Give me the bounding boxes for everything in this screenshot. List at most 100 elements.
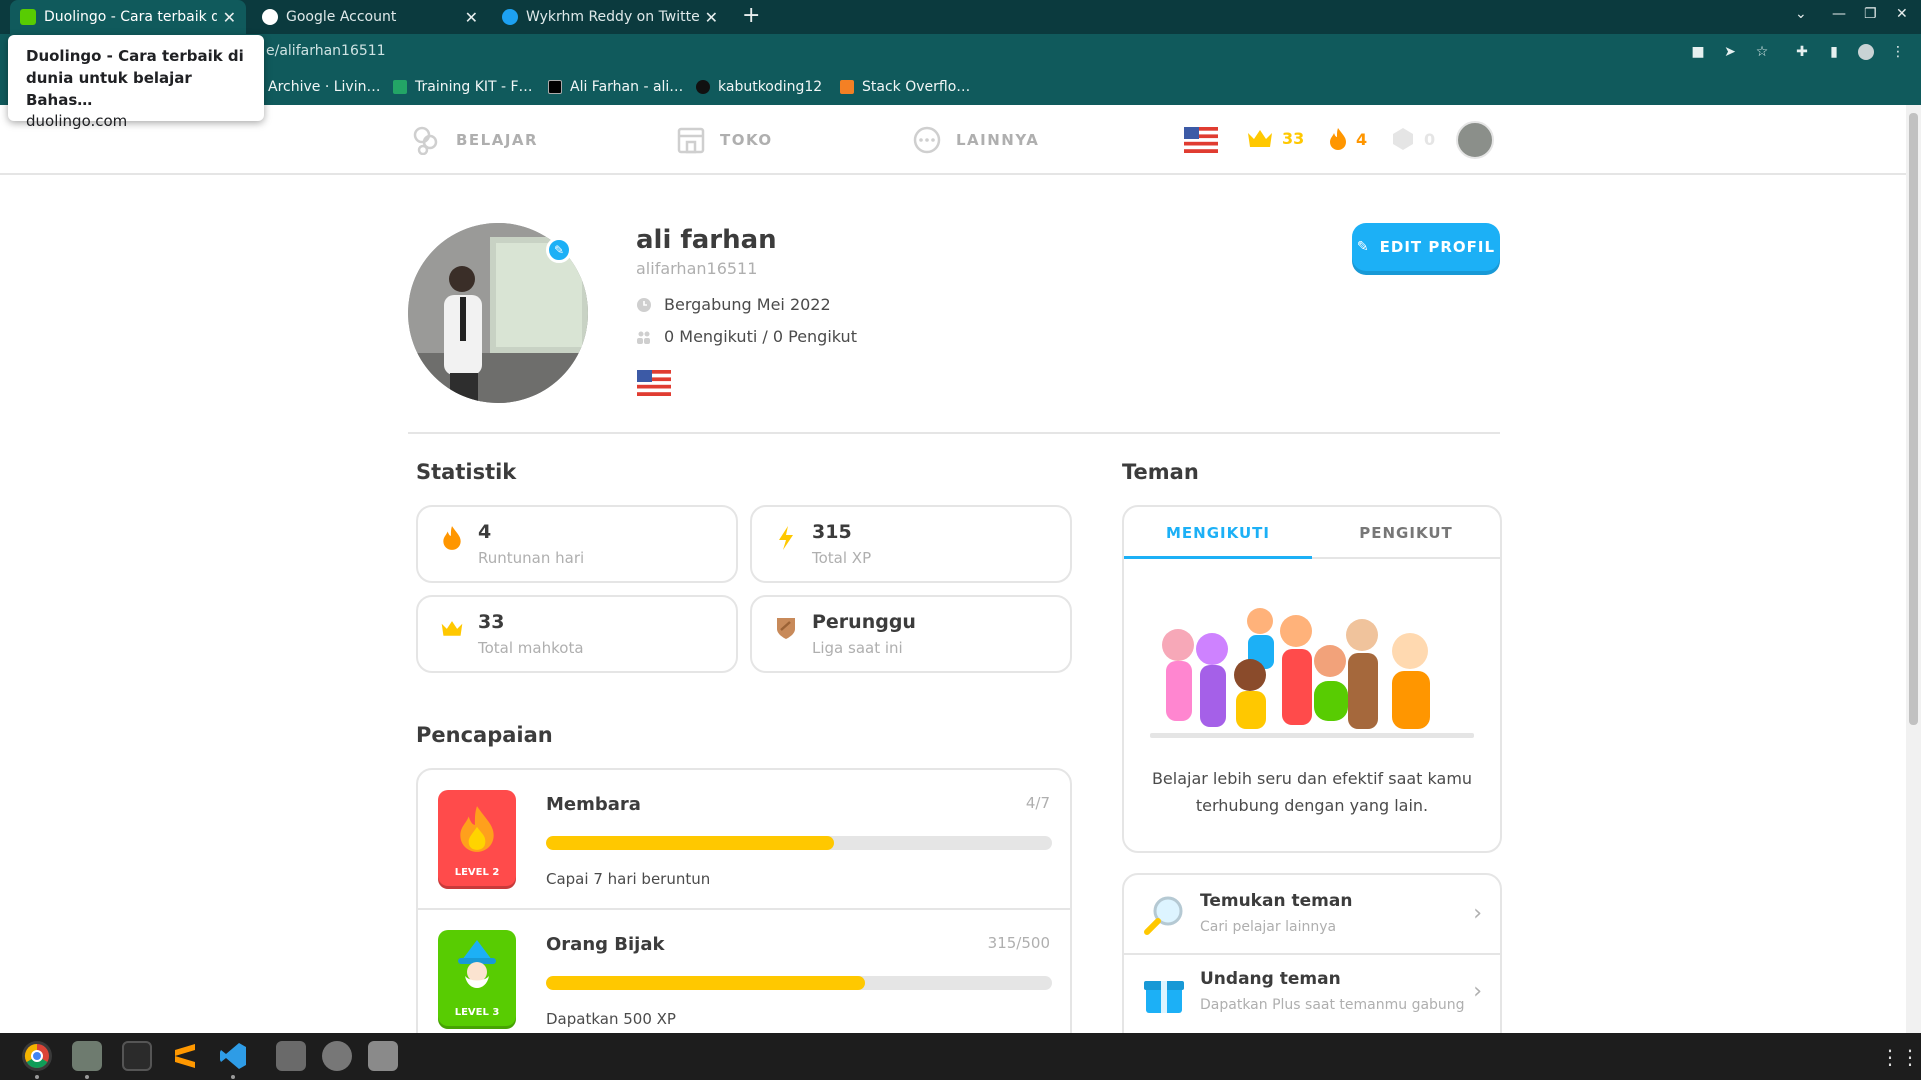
- crowns-value: 33: [478, 611, 505, 633]
- edit-photo-button[interactable]: ✎: [546, 237, 572, 263]
- achievement-desc: Capai 7 hari beruntun: [546, 870, 711, 888]
- running-indicator: [35, 1075, 39, 1079]
- bookmark-label: Archive · Livin…: [268, 79, 381, 95]
- address-bar: e/alifarhan16511 ■ ➤ ☆ ✚ ▮ ⋮: [0, 34, 1921, 71]
- tooltip-site: duolingo.com: [26, 112, 128, 130]
- profile-avatar-icon[interactable]: [1858, 44, 1874, 60]
- os-taskbar: ⋮⋮: [0, 1033, 1921, 1080]
- twitter-favicon-icon: [502, 9, 518, 25]
- tab-duolingo[interactable]: Duolingo - Cara terbaik di dunia ✕: [10, 0, 246, 34]
- wildfire-icon: [460, 806, 494, 852]
- clock-icon: [637, 297, 651, 312]
- disk-app-icon[interactable]: [322, 1041, 352, 1071]
- tab-title: Google Account: [286, 9, 397, 25]
- camera-icon[interactable]: ■: [1690, 44, 1706, 60]
- stat-crowns-card: 33 Total mahkota: [416, 595, 738, 673]
- files-app-icon[interactable]: [72, 1041, 102, 1071]
- terminal-app-icon[interactable]: [122, 1041, 152, 1071]
- duolingo-profile-page: BELAJAR TOKO LAINNYA 33 4 0 ✎ ali farhan…: [0, 105, 1906, 1033]
- invite-friends-sub: Dapatkan Plus saat temanmu gabung: [1200, 997, 1465, 1013]
- tab-hover-tooltip: Duolingo - Cara terbaik di dunia untuk b…: [8, 35, 264, 130]
- bookmark-label: kabutkoding12: [718, 79, 823, 95]
- gem-icon: [1393, 128, 1413, 150]
- tab-twitter[interactable]: Wykrhm Reddy on Twitter ✕: [492, 0, 728, 34]
- streak-label: Runtunan hari: [478, 549, 585, 567]
- trash-app-icon[interactable]: [368, 1041, 398, 1071]
- close-tab-icon[interactable]: ✕: [705, 8, 718, 27]
- tab-search-icon[interactable]: ⌄: [1795, 6, 1807, 22]
- flame-icon: [443, 526, 461, 550]
- vscode-app-icon[interactable]: [218, 1041, 248, 1071]
- achievement-row[interactable]: LEVEL 3 Orang Bijak 315/500 Dapatkan 500…: [418, 908, 1070, 1033]
- nav-gems[interactable]: 0: [1392, 127, 1435, 151]
- vscode-logo-icon: [220, 1043, 246, 1069]
- joined-row: Bergabung Mei 2022: [636, 295, 831, 314]
- new-tab-button[interactable]: +: [742, 3, 760, 28]
- achievement-badge-wildfire: LEVEL 2: [438, 790, 516, 886]
- achievement-row[interactable]: LEVEL 2 Membara 4/7 Capai 7 hari beruntu…: [418, 770, 1070, 908]
- flame-icon: [1330, 128, 1346, 150]
- menu-kebab-icon[interactable]: ⋮: [1890, 44, 1906, 60]
- close-window-icon[interactable]: ✕: [1896, 6, 1908, 22]
- tab-google-account[interactable]: Google Account ✕: [252, 0, 488, 34]
- learn-icon: [413, 126, 438, 155]
- scrollbar-thumb[interactable]: [1909, 113, 1918, 725]
- bookmark-kabutkoding[interactable]: kabutkoding12: [696, 79, 822, 95]
- nav-streak[interactable]: 4: [1328, 127, 1367, 151]
- url-field[interactable]: e/alifarhan16511: [266, 43, 386, 59]
- achievement-progress: 4/7: [1025, 794, 1050, 812]
- close-tab-icon[interactable]: ✕: [223, 8, 236, 27]
- wizard-icon: [458, 940, 496, 988]
- find-friends-title: Temukan teman: [1200, 891, 1353, 911]
- nav-learn-label: BELAJAR: [456, 131, 539, 149]
- sublime-app-icon[interactable]: [170, 1041, 200, 1071]
- ssd-app-icon[interactable]: [276, 1041, 306, 1071]
- invite-friends-card[interactable]: Undang teman Dapatkan Plus saat temanmu …: [1122, 953, 1502, 1033]
- us-flag-icon[interactable]: [1184, 127, 1218, 153]
- bookmark-ali-farhan[interactable]: Ali Farhan - ali…: [548, 79, 683, 95]
- profile-divider: [408, 432, 1500, 434]
- bookmark-training-kit[interactable]: Training KIT - F…: [393, 79, 533, 95]
- nav-more[interactable]: LAINNYA: [912, 123, 1039, 157]
- find-friends-card[interactable]: Temukan teman Cari pelajar lainnya ›: [1122, 873, 1502, 955]
- bookmark-star-icon[interactable]: ☆: [1754, 44, 1770, 60]
- crown-icon: [441, 621, 463, 636]
- achievement-progress-bar: [546, 836, 1052, 850]
- bookmark-stackoverflow[interactable]: Stack Overflo…: [840, 79, 970, 95]
- tab-following[interactable]: MENGIKUTI: [1124, 507, 1312, 559]
- bookmark-archive[interactable]: Archive · Livin…: [268, 79, 380, 95]
- google-favicon-icon: [262, 9, 278, 25]
- achievements-list: LEVEL 2 Membara 4/7 Capai 7 hari beruntu…: [416, 768, 1072, 1033]
- bookmark-label: Stack Overflo…: [862, 79, 971, 95]
- minimize-icon[interactable]: —: [1832, 6, 1846, 22]
- edit-profile-button[interactable]: ✎ EDIT PROFIL: [1352, 223, 1500, 271]
- tab-title: Wykrhm Reddy on Twitter: [526, 9, 699, 25]
- achievement-name: Orang Bijak: [546, 934, 665, 955]
- magnifier-icon: [1144, 896, 1183, 935]
- stat-xp-card: 315 Total XP: [750, 505, 1072, 583]
- close-tab-icon[interactable]: ✕: [465, 8, 478, 27]
- side-panel-icon[interactable]: ▮: [1826, 44, 1842, 60]
- follow-row: 0 Mengikuti / 0 Pengikut: [636, 327, 857, 346]
- nav-shop[interactable]: TOKO: [676, 123, 773, 157]
- extensions-icon[interactable]: ✚: [1794, 44, 1810, 60]
- tab-followers[interactable]: PENGIKUT: [1312, 507, 1500, 559]
- profile-name: ali farhan: [636, 225, 777, 255]
- github-icon: [696, 80, 710, 94]
- stat-league-card: Perunggu Liga saat ini: [750, 595, 1072, 673]
- duolingo-top-nav: BELAJAR TOKO LAINNYA 33 4 0: [0, 105, 1906, 175]
- achievement-progress-fill: [546, 976, 865, 990]
- streak-value: 4: [478, 521, 492, 543]
- send-icon[interactable]: ➤: [1722, 44, 1738, 60]
- chevron-right-icon: ›: [1473, 901, 1482, 926]
- maximize-icon[interactable]: ❐: [1864, 6, 1877, 22]
- nav-learn[interactable]: BELAJAR: [412, 123, 538, 157]
- joined-date: Bergabung Mei 2022: [664, 295, 831, 314]
- nav-crowns[interactable]: 33: [1246, 127, 1304, 149]
- nav-profile-avatar[interactable]: [1456, 121, 1494, 159]
- chrome-app-icon[interactable]: [22, 1041, 52, 1071]
- people-icon: [637, 331, 650, 344]
- app-grid-icon[interactable]: ⋮⋮: [1880, 1045, 1920, 1069]
- page-scrollbar[interactable]: [1906, 105, 1921, 1033]
- stackoverflow-icon: [840, 80, 854, 94]
